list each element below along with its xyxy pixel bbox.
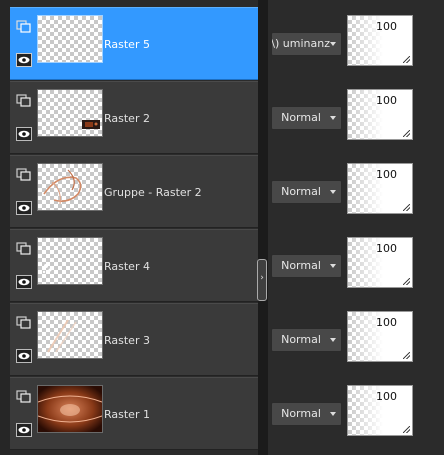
blend-mode-dropdown[interactable]: Normal bbox=[271, 328, 342, 352]
eye-icon[interactable] bbox=[16, 200, 32, 215]
blend-mode-dropdown[interactable]: Normal bbox=[271, 402, 342, 426]
opacity-field[interactable]: 100 bbox=[347, 163, 413, 214]
layer-row-raster-5[interactable]: Raster 5 bbox=[10, 7, 258, 80]
opacity-field[interactable]: 100 bbox=[347, 89, 413, 140]
blend-mode-label: Normal bbox=[281, 111, 321, 124]
layer-properties-row: uminanz (\ 100 bbox=[268, 7, 444, 80]
blend-mode-label: Normal bbox=[281, 333, 321, 346]
layer-row-raster-1[interactable]: Raster 1 bbox=[10, 377, 258, 450]
layer-name: Raster 5 bbox=[104, 38, 150, 51]
opacity-value: 100 bbox=[376, 168, 397, 181]
blend-mode-label: Normal bbox=[281, 259, 321, 272]
panel-left-edge bbox=[0, 0, 10, 455]
resize-grip-icon bbox=[403, 204, 410, 211]
splitter-handle[interactable]: › bbox=[257, 259, 267, 301]
layer-stack-icon[interactable] bbox=[16, 93, 32, 107]
layer-stack-icon[interactable] bbox=[16, 241, 32, 255]
resize-grip-icon bbox=[403, 130, 410, 137]
chevron-right-icon: › bbox=[260, 273, 264, 283]
eye-icon[interactable] bbox=[16, 422, 32, 437]
resize-grip-icon bbox=[403, 352, 410, 359]
layer-properties-row: Normal 100 bbox=[268, 229, 444, 302]
dropdown-arrow-icon bbox=[330, 338, 336, 342]
blend-mode-dropdown[interactable]: Normal bbox=[271, 254, 342, 278]
blend-mode-dropdown[interactable]: Normal bbox=[271, 106, 342, 130]
layer-stack-icon[interactable] bbox=[16, 19, 32, 33]
layer-thumbnail bbox=[37, 163, 103, 211]
layer-thumbnail bbox=[37, 15, 103, 63]
layer-row-raster-3[interactable]: Raster 3 bbox=[10, 303, 258, 376]
dropdown-arrow-icon bbox=[330, 42, 336, 46]
layer-thumbnail bbox=[37, 237, 103, 285]
layer-name: Gruppe - Raster 2 bbox=[104, 186, 202, 199]
opacity-field[interactable]: 100 bbox=[347, 385, 413, 436]
layer-thumbnail bbox=[37, 311, 103, 359]
panel-splitter[interactable] bbox=[258, 0, 268, 455]
layer-stack-icon[interactable] bbox=[16, 389, 32, 403]
eye-icon[interactable] bbox=[16, 348, 32, 363]
layer-properties-row: Normal 100 bbox=[268, 377, 444, 450]
layers-panel: Raster 5 Raster 2 Gruppe - Raster 2 Rast… bbox=[0, 0, 444, 455]
dropdown-arrow-icon bbox=[330, 116, 336, 120]
layer-properties-row: Normal 100 bbox=[268, 155, 444, 228]
layer-row-raster-4[interactable]: Raster 4 bbox=[10, 229, 258, 302]
layer-thumbnail bbox=[37, 89, 103, 137]
opacity-field[interactable]: 100 bbox=[347, 15, 413, 66]
resize-grip-icon bbox=[403, 278, 410, 285]
eye-icon[interactable] bbox=[16, 52, 32, 67]
opacity-value: 100 bbox=[376, 390, 397, 403]
layer-row-gruppe-raster-2[interactable]: Gruppe - Raster 2 bbox=[10, 155, 258, 228]
layer-properties-row: Normal 100 bbox=[268, 81, 444, 154]
layer-row-raster-2[interactable]: Raster 2 bbox=[10, 81, 258, 154]
layer-properties-row: Normal 100 bbox=[268, 303, 444, 376]
blend-mode-label: Normal bbox=[281, 185, 321, 198]
layer-name: Raster 2 bbox=[104, 112, 150, 125]
layer-thumbnail bbox=[37, 385, 103, 433]
dropdown-arrow-icon bbox=[330, 264, 336, 268]
resize-grip-icon bbox=[403, 56, 410, 63]
dropdown-arrow-icon bbox=[330, 190, 336, 194]
eye-icon[interactable] bbox=[16, 274, 32, 289]
opacity-value: 100 bbox=[376, 316, 397, 329]
blend-mode-label: Normal bbox=[281, 407, 321, 420]
opacity-value: 100 bbox=[376, 94, 397, 107]
blend-mode-dropdown[interactable]: uminanz (\ bbox=[271, 32, 342, 56]
layer-name: Raster 1 bbox=[104, 408, 150, 421]
layer-stack-icon[interactable] bbox=[16, 167, 32, 181]
eye-icon[interactable] bbox=[16, 126, 32, 141]
dropdown-arrow-icon bbox=[330, 412, 336, 416]
blend-mode-label: uminanz (\ bbox=[272, 37, 330, 50]
opacity-field[interactable]: 100 bbox=[347, 237, 413, 288]
opacity-field[interactable]: 100 bbox=[347, 311, 413, 362]
blend-mode-dropdown[interactable]: Normal bbox=[271, 180, 342, 204]
layer-name: Raster 3 bbox=[104, 334, 150, 347]
opacity-value: 100 bbox=[376, 20, 397, 33]
layer-name: Raster 4 bbox=[104, 260, 150, 273]
layer-stack-icon[interactable] bbox=[16, 315, 32, 329]
opacity-value: 100 bbox=[376, 242, 397, 255]
resize-grip-icon bbox=[403, 426, 410, 433]
